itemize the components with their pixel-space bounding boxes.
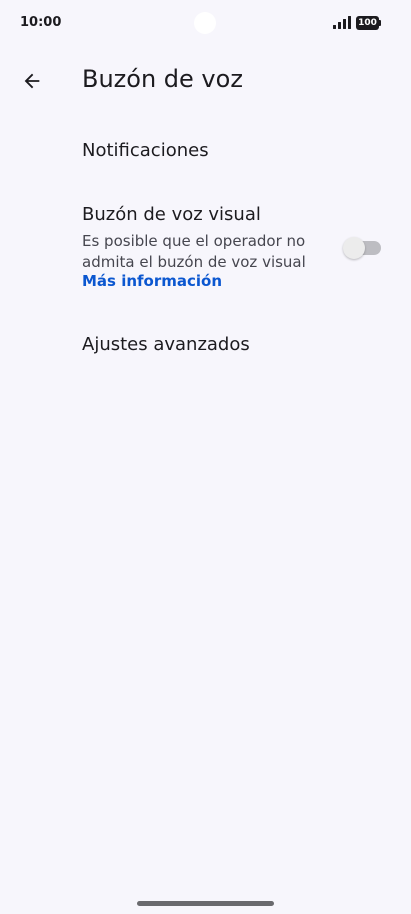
battery-level: 100 [358,18,377,28]
arrow-back-icon [24,73,40,89]
back-button[interactable] [14,63,50,99]
status-bar: 10:00 100 [0,0,411,46]
more-info-link[interactable]: Más información [82,272,222,290]
camera-cutout [194,12,216,34]
home-indicator[interactable] [137,901,274,906]
toggle-thumb [343,237,365,259]
visual-voicemail-title[interactable]: Buzón de voz visual [82,204,261,225]
status-time: 10:00 [20,15,62,30]
visual-voicemail-toggle[interactable] [343,237,383,259]
page-title: Buzón de voz [82,65,243,93]
visual-voicemail-summary: Es posible que el operador no admita el … [82,232,306,271]
signal-icon [333,16,351,29]
notifications-item[interactable]: Notificaciones [82,140,209,161]
battery-icon: 100 [356,16,382,30]
advanced-settings-item[interactable]: Ajustes avanzados [82,334,250,355]
